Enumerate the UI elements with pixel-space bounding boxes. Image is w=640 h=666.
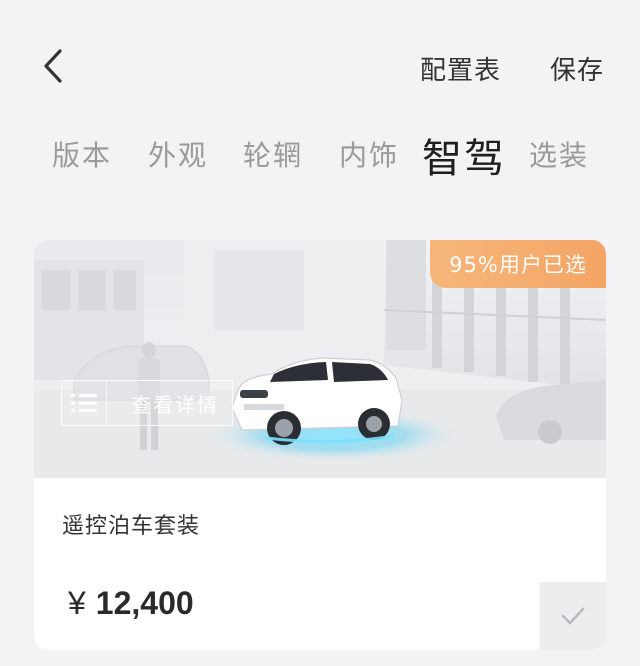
package-image: 95%用户已选 查看详情 xyxy=(34,240,606,478)
package-price: ¥12,400 xyxy=(68,585,194,622)
tab-exterior[interactable]: 外观 xyxy=(148,134,208,174)
tab-interior[interactable]: 内饰 xyxy=(339,134,399,174)
view-details-button[interactable]: 查看详情 xyxy=(61,380,233,426)
top-bar: 配置表 保存 xyxy=(0,0,640,120)
view-details-label: 查看详情 xyxy=(131,392,219,417)
tab-smart-driving[interactable]: 智驾 xyxy=(422,126,506,184)
list-icon xyxy=(62,381,107,425)
config-sheet-button[interactable]: 配置表 xyxy=(420,50,501,87)
save-button[interactable]: 保存 xyxy=(550,50,604,87)
price-value: 12,400 xyxy=(95,585,194,621)
back-button[interactable] xyxy=(38,48,68,84)
checkmark-icon xyxy=(561,607,585,625)
package-name: 遥控泊车套装 xyxy=(62,514,201,539)
tab-version[interactable]: 版本 xyxy=(52,134,112,174)
chevron-left-icon xyxy=(44,49,62,83)
tab-wheels[interactable]: 轮辋 xyxy=(243,134,303,174)
category-tabs: 版本 外观 轮辋 内饰 智驾 选装 xyxy=(0,122,640,182)
option-card[interactable]: 95%用户已选 查看详情 遥控泊车套装 ¥12,400 xyxy=(34,240,606,650)
currency-symbol: ¥ xyxy=(68,585,86,621)
select-checkbox[interactable] xyxy=(540,582,606,650)
tab-options[interactable]: 选装 xyxy=(529,134,589,174)
popular-badge: 95%用户已选 xyxy=(430,240,606,288)
